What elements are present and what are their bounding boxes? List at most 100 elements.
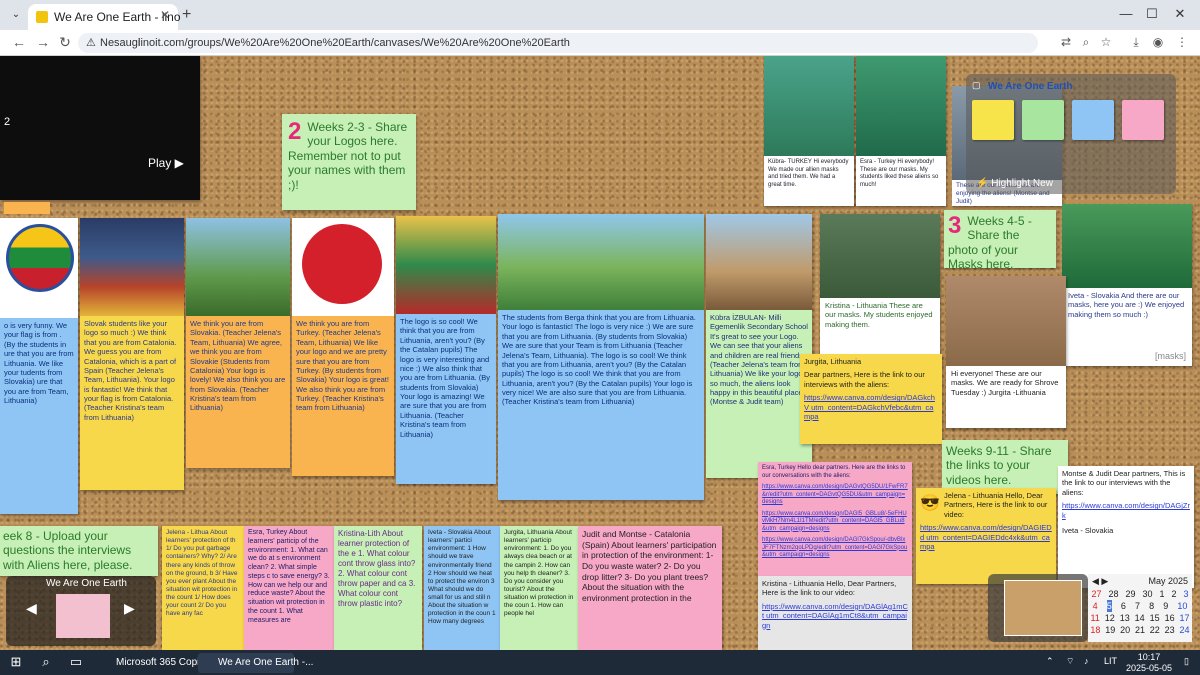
- video-link-esra[interactable]: Esra, Turkey Hello dear partners. Here a…: [758, 462, 912, 576]
- translate-icon[interactable]: ⇄: [1058, 35, 1074, 49]
- weeks-4-5-sticker[interactable]: 3 Weeks 4-5 - Share the photo of your Ma…: [944, 210, 1056, 268]
- question-sticker-jelena[interactable]: Jelena - Lithua About learners' protecti…: [162, 526, 244, 650]
- calendar-day[interactable]: 22: [1150, 624, 1160, 636]
- calendar-day[interactable]: 13: [1120, 612, 1130, 624]
- calendar-day[interactable]: 23: [1165, 624, 1175, 636]
- calendar-day[interactable]: 24: [1179, 624, 1189, 636]
- calendar-day[interactable]: 8: [1149, 600, 1154, 612]
- green-sticky-button[interactable]: [1022, 100, 1064, 140]
- weeks-9-11-sticker[interactable]: Weeks 9-11 - Share the links to your vid…: [942, 440, 1068, 494]
- calendar-day[interactable]: 6: [1121, 600, 1126, 612]
- tray-chevron-icon[interactable]: ⌃: [1046, 656, 1054, 667]
- highlight-new-toggle[interactable]: ⚡ Highlight New: [976, 178, 1053, 189]
- logo-sticker-5[interactable]: The logo is so cool! We think that you a…: [396, 216, 496, 484]
- profile-icon[interactable]: ◉: [1150, 35, 1166, 49]
- calendar-widget[interactable]: ◀ ▶ May 2025 27 28 29 30 1 2 3 4 5 6 7 8 9 10 11 12 13 14…: [1088, 574, 1192, 642]
- calendar-day[interactable]: 12: [1105, 612, 1115, 624]
- calendar-day[interactable]: 2: [1171, 588, 1176, 600]
- calendar-day[interactable]: 4: [1093, 600, 1098, 612]
- logo-sticker-4[interactable]: We think you are from Turkey. (Teacher J…: [292, 218, 394, 476]
- logo-sticker-2[interactable]: Slovak students like your logo so much :…: [80, 218, 184, 490]
- question-sticker-judit[interactable]: Judit and Montse - Catalonia (Spain) Abo…: [578, 526, 722, 650]
- calendar-day[interactable]: 21: [1135, 624, 1145, 636]
- question-sticker-jurgita[interactable]: Jurgita, Lithuania About learners' parti…: [500, 526, 578, 650]
- calendar-day[interactable]: 7: [1135, 600, 1140, 612]
- clock[interactable]: 10:17 2025-05-05: [1126, 652, 1172, 674]
- video-link-jurgita[interactable]: Jurgita, Lithuania Dear partners, Here i…: [800, 354, 942, 444]
- language-indicator[interactable]: LIT: [1104, 656, 1117, 666]
- video-link-jelena[interactable]: 😎 Jelena - Lithuania Hello, Dear Partner…: [916, 488, 1056, 584]
- sticker-palette[interactable]: ▢ We Are One Earth ⚡ Highlight New: [966, 74, 1176, 194]
- video-link-kristina[interactable]: Kristina - Lithuania Hello, Dear Partner…: [758, 576, 912, 650]
- week-8-sticker[interactable]: eek 8 - Upload your questions the interv…: [0, 526, 158, 576]
- calendar-day[interactable]: 9: [1163, 600, 1168, 612]
- question-sticker-iveta[interactable]: Iveta - Slovakia About learners' partici…: [424, 526, 500, 650]
- slideshow-panel[interactable]: We Are One Earth ◀ ▶: [6, 576, 156, 646]
- pink-sticky-button[interactable]: [1122, 100, 1164, 140]
- calendar-day[interactable]: 30: [1142, 588, 1152, 600]
- zoom-icon[interactable]: ⌕: [1078, 35, 1094, 50]
- calendar-day[interactable]: 27: [1091, 588, 1101, 600]
- minimap-viewport[interactable]: [1004, 580, 1082, 636]
- calendar-day[interactable]: 16: [1165, 612, 1175, 624]
- notifications-icon[interactable]: ▯: [1184, 656, 1189, 667]
- masks-tag[interactable]: [masks]: [1155, 351, 1186, 362]
- mask-sticker-esra[interactable]: Esra - Turkey Hi everybody! These are ou…: [856, 56, 946, 206]
- canva-link[interactable]: https://www.canva.com/design/DAGlAg1mCt …: [762, 602, 908, 630]
- menu-dots-icon[interactable]: ⋮: [1174, 35, 1190, 49]
- yellow-sticky-button[interactable]: [972, 100, 1014, 140]
- canvas-minimap[interactable]: [988, 574, 1088, 642]
- browser-tab[interactable]: We Are One Earth - lino ✕: [28, 4, 181, 30]
- calendar-day[interactable]: 18: [1090, 624, 1100, 636]
- logo-sticker-1[interactable]: o is very funny. We your flag is from . …: [0, 218, 78, 514]
- logo-sticker-3[interactable]: We think you are from Slovakia. (Teacher…: [186, 218, 290, 468]
- url-text[interactable]: linoit.com/groups/We%20Are%20One%20Earth…: [138, 37, 570, 49]
- calendar-day[interactable]: 10: [1177, 600, 1187, 612]
- canva-link-1[interactable]: https://www.canva.com/design/DAGvtQG5DU/…: [762, 484, 908, 507]
- calendar-day[interactable]: 14: [1135, 612, 1145, 624]
- slideshow-next-icon[interactable]: ▶: [124, 600, 135, 617]
- video-sticker[interactable]: 2 Play ▶: [0, 56, 200, 200]
- logo-sticker-6[interactable]: The students from Berga think that you a…: [498, 214, 704, 500]
- canva-link-2[interactable]: https://www.canva.com/design/DAGl5_GBLu8…: [762, 511, 908, 534]
- canva-link[interactable]: https://www.canva.com/design/DAGIEDd utm…: [920, 523, 1052, 551]
- calendar-day[interactable]: 29: [1125, 588, 1135, 600]
- calendar-prev-icon[interactable]: ◀ ▶: [1092, 576, 1108, 586]
- canva-link-3[interactable]: https://www.canva.com/design/DAGl7GkSpou…: [762, 537, 908, 560]
- volume-icon[interactable]: ♪: [1084, 656, 1089, 666]
- window-close-button[interactable]: ✕: [1170, 6, 1190, 22]
- canva-link[interactable]: https://www.canva.com/design/DAGjZrk: [1062, 501, 1190, 520]
- taskbar-app-chrome[interactable]: We Are One Earth -...: [198, 653, 313, 673]
- calendar-day[interactable]: 3: [1183, 588, 1188, 600]
- mask-sticker-iveta[interactable]: Iveta - Slovakia And there are our masks…: [1062, 204, 1192, 366]
- mask-sticker-kubra[interactable]: Kübra- TURKEY Hi everybody We made our a…: [764, 56, 854, 206]
- back-button[interactable]: ←: [10, 34, 28, 50]
- network-icon[interactable]: ⌔: [1066, 656, 1074, 667]
- url-field[interactable]: ⚠ Nesaugi linoit.com/groups/We%20Are%20O…: [78, 33, 1038, 53]
- blue-sticky-button[interactable]: [1072, 100, 1114, 140]
- bookmark-star-icon[interactable]: ☆: [1098, 35, 1114, 49]
- calendar-day[interactable]: 17: [1180, 612, 1190, 624]
- video-link-montse[interactable]: Montse & Judit Dear partners, This is th…: [1058, 466, 1194, 588]
- search-icon[interactable]: ⌕: [36, 654, 56, 670]
- calendar-day[interactable]: 19: [1105, 624, 1115, 636]
- new-tab-button[interactable]: +: [182, 6, 191, 24]
- calendar-day[interactable]: 11: [1090, 612, 1099, 624]
- download-icon[interactable]: ⤓: [1128, 35, 1144, 50]
- calendar-day[interactable]: 1: [1159, 588, 1164, 600]
- logo-sticker-7[interactable]: Kübra İZBULAN- Milli Egemenlik Secondary…: [706, 214, 812, 478]
- calendar-day[interactable]: 20: [1120, 624, 1130, 636]
- question-sticker-esra[interactable]: Esra, Turkey About learners' particip of…: [244, 526, 334, 650]
- lino-canvas[interactable]: 2 Play ▶ 2 Weeks 2-3 - Share your Logos …: [0, 56, 1200, 650]
- question-sticker-kristina[interactable]: Kristina-Lith About learner protection o…: [334, 526, 422, 650]
- calendar-day[interactable]: 5: [1106, 600, 1112, 612]
- file-explorer-icon[interactable]: ▭: [66, 654, 86, 670]
- calendar-day[interactable]: 15: [1150, 612, 1160, 624]
- forward-button[interactable]: →: [34, 34, 52, 50]
- maximize-button[interactable]: ☐: [1142, 6, 1162, 22]
- windows-start-icon[interactable]: ⊞: [6, 654, 26, 670]
- slideshow-thumbnail[interactable]: [56, 594, 110, 638]
- security-label[interactable]: Nesaugi: [100, 37, 140, 49]
- close-icon[interactable]: ✕: [160, 8, 170, 22]
- play-button[interactable]: Play ▶: [148, 156, 184, 171]
